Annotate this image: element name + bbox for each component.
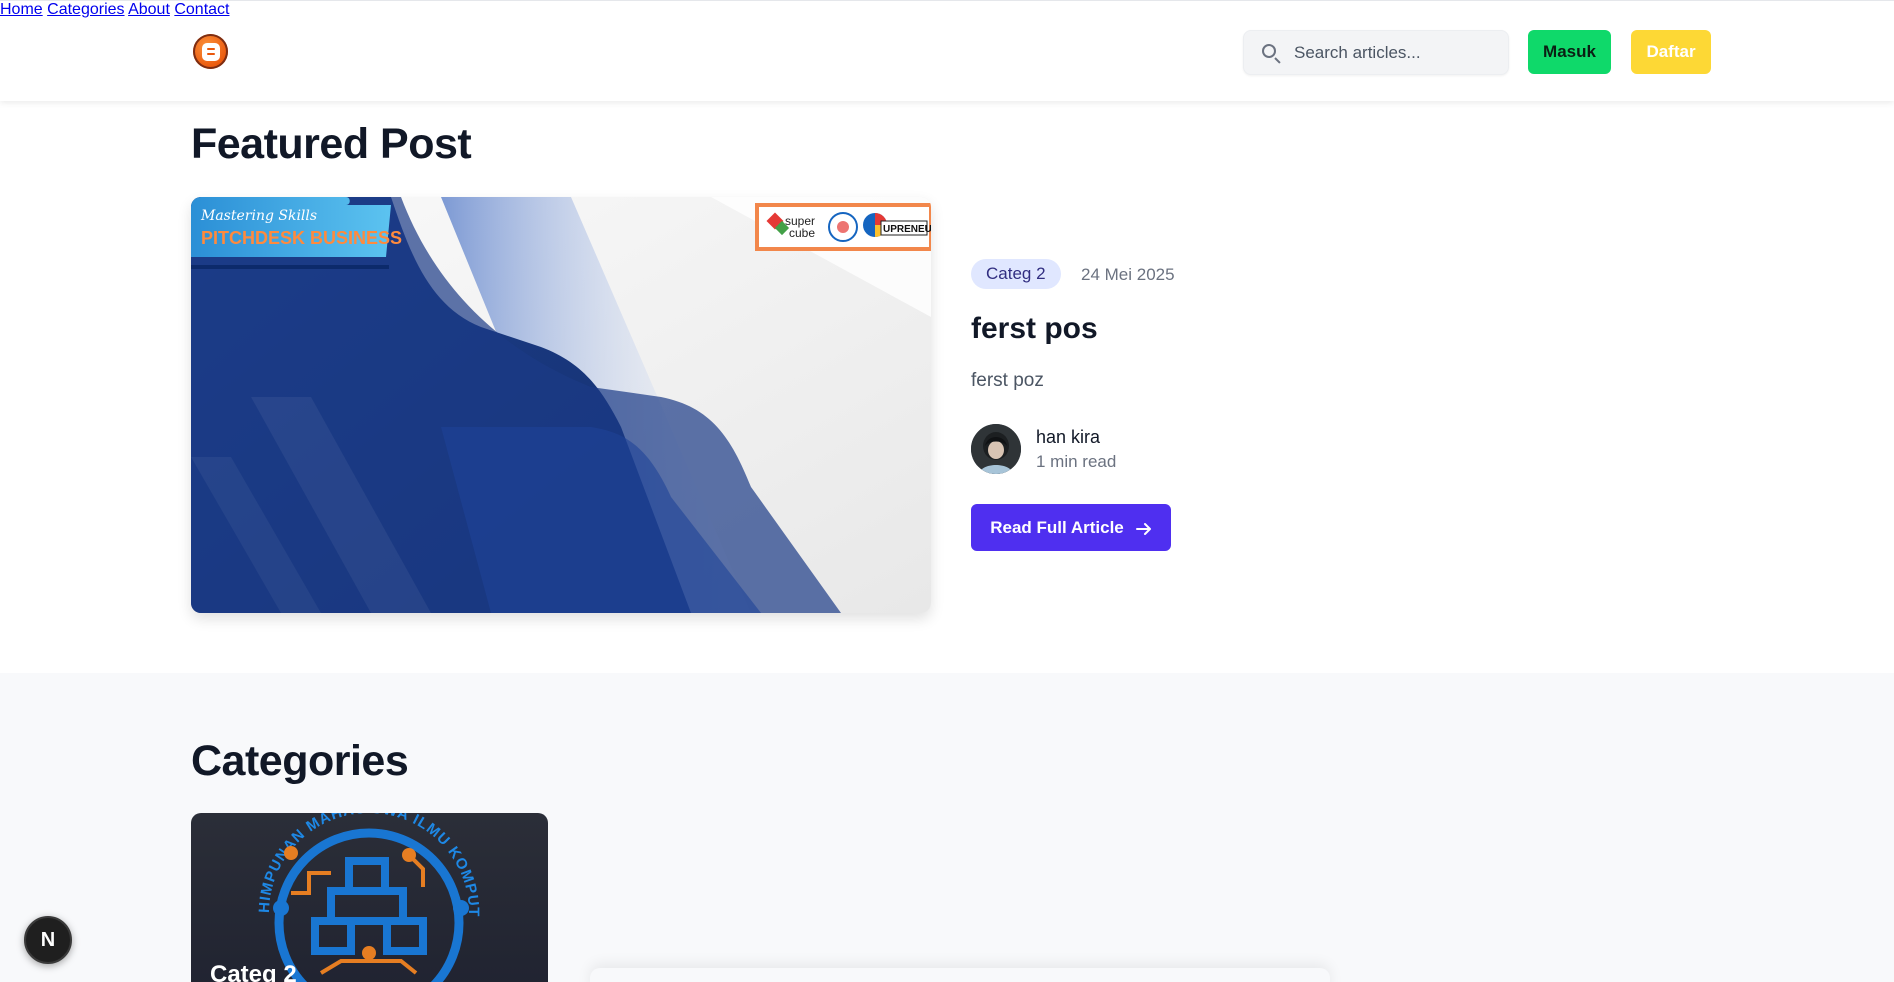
login-button[interactable]: Masuk (1528, 30, 1611, 74)
categories-heading: Categories (191, 737, 409, 785)
category-card-placeholder (590, 968, 1330, 982)
featured-image[interactable]: Mastering Skills PITCHDESK BUSINESS supe… (191, 197, 931, 613)
nav-about[interactable]: About (128, 1, 170, 18)
author-avatar (971, 424, 1021, 474)
image-title-text: PITCHDESK BUSINESS (201, 228, 402, 248)
arrow-right-icon (1135, 521, 1152, 535)
next-dev-indicator-icon[interactable]: N (24, 916, 72, 964)
read-full-article-label: Read Full Article (990, 517, 1124, 537)
logo-upreneur-text: UPRENEUR (883, 224, 931, 235)
site-header: Home Categories About Contact Masuk Daft… (0, 0, 1894, 101)
nav-home[interactable]: Home (0, 1, 43, 18)
nav-contact[interactable]: Contact (174, 1, 229, 18)
author-name: han kira (1036, 427, 1101, 447)
read-time: 1 min read (1036, 452, 1117, 471)
search-icon (1262, 44, 1276, 58)
category-card[interactable]: HIMPUNAN MAHASISWA ILMU KOMPUTER Categ 2 (191, 813, 548, 982)
post-excerpt: ferst poz (971, 370, 1044, 391)
logo-cube-text: cube (789, 226, 815, 240)
post-date: 24 Mei 2025 (1081, 265, 1175, 284)
category-badge[interactable]: Categ 2 (971, 259, 1061, 289)
category-card-title: Categ 2 (210, 961, 297, 982)
search-box[interactable] (1243, 30, 1509, 75)
main-nav: Home Categories About Contact (0, 1, 1894, 19)
search-input[interactable] (1294, 31, 1494, 74)
read-full-article-button[interactable]: Read Full Article (971, 504, 1171, 551)
image-subtitle-text: Mastering Skills (200, 208, 317, 224)
post-title[interactable]: ferst pos (971, 312, 1098, 346)
featured-heading: Featured Post (191, 120, 472, 168)
register-button[interactable]: Daftar (1631, 30, 1711, 74)
blogger-logo-icon[interactable] (193, 34, 228, 69)
nav-categories[interactable]: Categories (47, 1, 124, 18)
